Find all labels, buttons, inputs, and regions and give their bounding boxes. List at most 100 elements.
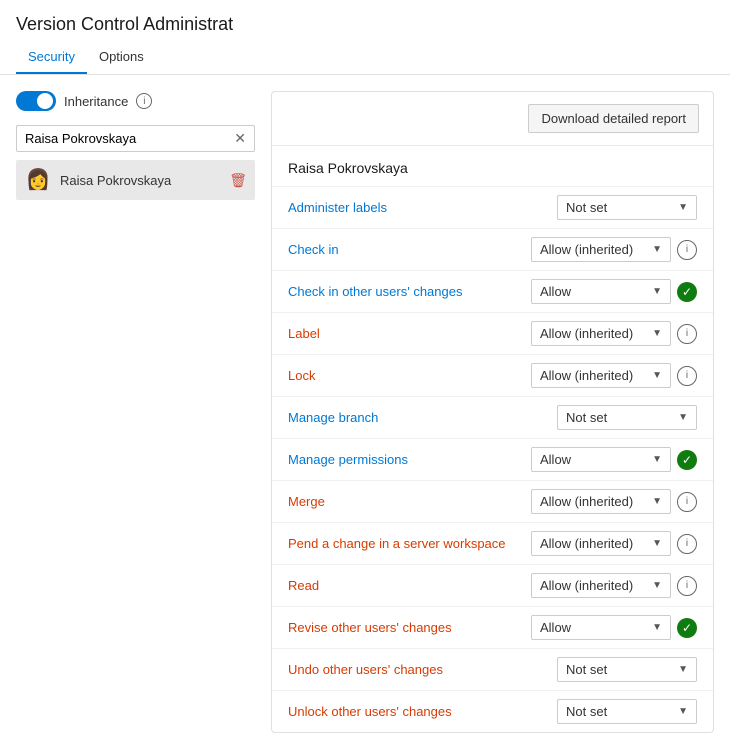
permission-name: Read	[288, 578, 531, 593]
permission-dropdown[interactable]: Allow (inherited) ▼	[531, 363, 671, 388]
dropdown-value: Not set	[566, 662, 607, 677]
dropdown-value: Allow	[540, 452, 571, 467]
permission-control: Allow ▼ ✓	[531, 615, 697, 640]
info-icon[interactable]: i	[677, 366, 697, 386]
permission-name: Revise other users' changes	[288, 620, 531, 635]
chevron-down-icon: ▼	[652, 496, 662, 507]
tab-security[interactable]: Security	[16, 41, 87, 74]
dropdown-value: Allow (inherited)	[540, 326, 633, 341]
permission-control: Allow▼ ✓	[531, 279, 697, 304]
dropdown-value: Allow (inherited)	[540, 536, 633, 551]
chevron-down-icon: ▼	[652, 580, 662, 591]
chevron-down-icon: ▼	[652, 538, 662, 549]
permission-dropdown[interactable]: Allow (inherited) ▼	[531, 531, 671, 556]
search-box: ✕	[16, 125, 255, 152]
check-icon: ✓	[677, 618, 697, 638]
permission-control: Allow (inherited)▼ i	[531, 573, 697, 598]
page-title: Version Control Administrat	[16, 14, 714, 35]
inheritance-toggle[interactable]	[16, 91, 56, 111]
chevron-down-icon: ▼	[678, 202, 688, 213]
inheritance-info-icon[interactable]: i	[136, 93, 152, 109]
chevron-down-icon: ▼	[652, 328, 662, 339]
permission-name: Pend a change in a server workspace	[288, 536, 531, 551]
dropdown-value: Allow (inherited)	[540, 368, 633, 383]
chevron-down-icon: ▼	[652, 244, 662, 255]
permission-control: Not set▼	[557, 405, 697, 430]
permission-control: Allow (inherited) ▼ i	[531, 531, 697, 556]
right-panel-header: Download detailed report	[272, 92, 713, 146]
permission-control: Allow (inherited) ▼ i	[531, 321, 697, 346]
chevron-down-icon: ▼	[678, 412, 688, 423]
permission-control: Allow ▼ ✓	[531, 447, 697, 472]
info-icon[interactable]: i	[677, 534, 697, 554]
delete-icon[interactable]: 🗑	[229, 172, 247, 189]
permission-dropdown[interactable]: Allow ▼	[531, 447, 671, 472]
permission-row: Check inAllow (inherited)▼i	[272, 229, 713, 271]
permission-name: Manage permissions	[288, 452, 531, 467]
permission-row: Administer labelsNot set▼	[272, 187, 713, 229]
page-header: Version Control Administrat	[0, 0, 730, 41]
tab-bar: Security Options	[0, 41, 730, 75]
permission-control: Allow (inherited) ▼ i	[531, 489, 697, 514]
dropdown-value: Allow	[540, 284, 571, 299]
permission-row: Merge Allow (inherited) ▼ i	[272, 481, 713, 523]
info-icon[interactable]: i	[677, 324, 697, 344]
permission-control: Allow (inherited) ▼ i	[531, 363, 697, 388]
dropdown-value: Not set	[566, 200, 607, 215]
permission-dropdown[interactable]: Not set ▼	[557, 195, 697, 220]
selected-user-title: Raisa Pokrovskaya	[272, 146, 713, 187]
permission-row: Check in other users' changesAllow▼✓	[272, 271, 713, 313]
main-content: Inheritance i ✕ 👩 Raisa Pokrovskaya 🗑 Do…	[0, 75, 730, 749]
dropdown-value: Allow (inherited)	[540, 494, 633, 509]
permission-control: Not set ▼	[557, 657, 697, 682]
info-icon[interactable]: i	[677, 240, 697, 260]
permission-name: Manage branch	[288, 410, 557, 425]
permission-row: ReadAllow (inherited)▼ i	[272, 565, 713, 607]
search-close-icon[interactable]: ✕	[234, 130, 246, 147]
permission-name: Undo other users' changes	[288, 662, 557, 677]
info-icon[interactable]: i	[677, 492, 697, 512]
dropdown-value: Not set	[566, 704, 607, 719]
permission-dropdown[interactable]: Allow (inherited)▼	[531, 237, 671, 262]
permission-dropdown[interactable]: Allow (inherited) ▼	[531, 321, 671, 346]
permission-dropdown[interactable]: Allow (inherited)▼	[531, 573, 671, 598]
tab-options[interactable]: Options	[87, 41, 156, 74]
list-item[interactable]: 👩 Raisa Pokrovskaya 🗑	[16, 160, 255, 200]
permission-row: Unlock other users' changesNot set▼	[272, 691, 713, 732]
permission-row: Manage permissions Allow ▼ ✓	[272, 439, 713, 481]
permission-dropdown[interactable]: Allow▼	[531, 279, 671, 304]
check-icon: ✓	[677, 282, 697, 302]
permission-row: Undo other users' changes Not set ▼	[272, 649, 713, 691]
inheritance-row: Inheritance i	[16, 91, 255, 111]
permission-control: Allow (inherited)▼ i	[531, 237, 697, 262]
search-input[interactable]	[25, 131, 230, 146]
check-icon: ✓	[677, 450, 697, 470]
permission-row: Revise other users' changes Allow ▼ ✓	[272, 607, 713, 649]
inheritance-label: Inheritance	[64, 94, 128, 109]
permission-name: Label	[288, 326, 531, 341]
permission-dropdown[interactable]: Not set▼	[557, 405, 697, 430]
info-icon[interactable]: i	[677, 576, 697, 596]
permission-row: Pend a change in a server workspaceAllow…	[272, 523, 713, 565]
dropdown-value: Allow	[540, 620, 571, 635]
download-report-button[interactable]: Download detailed report	[528, 104, 699, 133]
permission-control: Not set ▼	[557, 195, 697, 220]
permission-name: Lock	[288, 368, 531, 383]
left-panel: Inheritance i ✕ 👩 Raisa Pokrovskaya 🗑	[16, 91, 271, 733]
chevron-down-icon: ▼	[678, 664, 688, 675]
permission-name: Merge	[288, 494, 531, 509]
permission-name: Unlock other users' changes	[288, 704, 557, 719]
permission-dropdown[interactable]: Allow (inherited) ▼	[531, 489, 671, 514]
permission-row: Manage branchNot set▼	[272, 397, 713, 439]
user-name: Raisa Pokrovskaya	[60, 173, 221, 188]
permission-row: Label Allow (inherited) ▼ i	[272, 313, 713, 355]
permissions-list: Administer labelsNot set▼Check inAllow (…	[272, 187, 713, 732]
permission-row: Lock Allow (inherited) ▼ i	[272, 355, 713, 397]
chevron-down-icon: ▼	[652, 622, 662, 633]
chevron-down-icon: ▼	[652, 370, 662, 381]
permission-dropdown[interactable]: Allow ▼	[531, 615, 671, 640]
permission-dropdown[interactable]: Not set▼	[557, 699, 697, 724]
chevron-down-icon: ▼	[652, 454, 662, 465]
avatar: 👩	[24, 166, 52, 194]
permission-dropdown[interactable]: Not set ▼	[557, 657, 697, 682]
